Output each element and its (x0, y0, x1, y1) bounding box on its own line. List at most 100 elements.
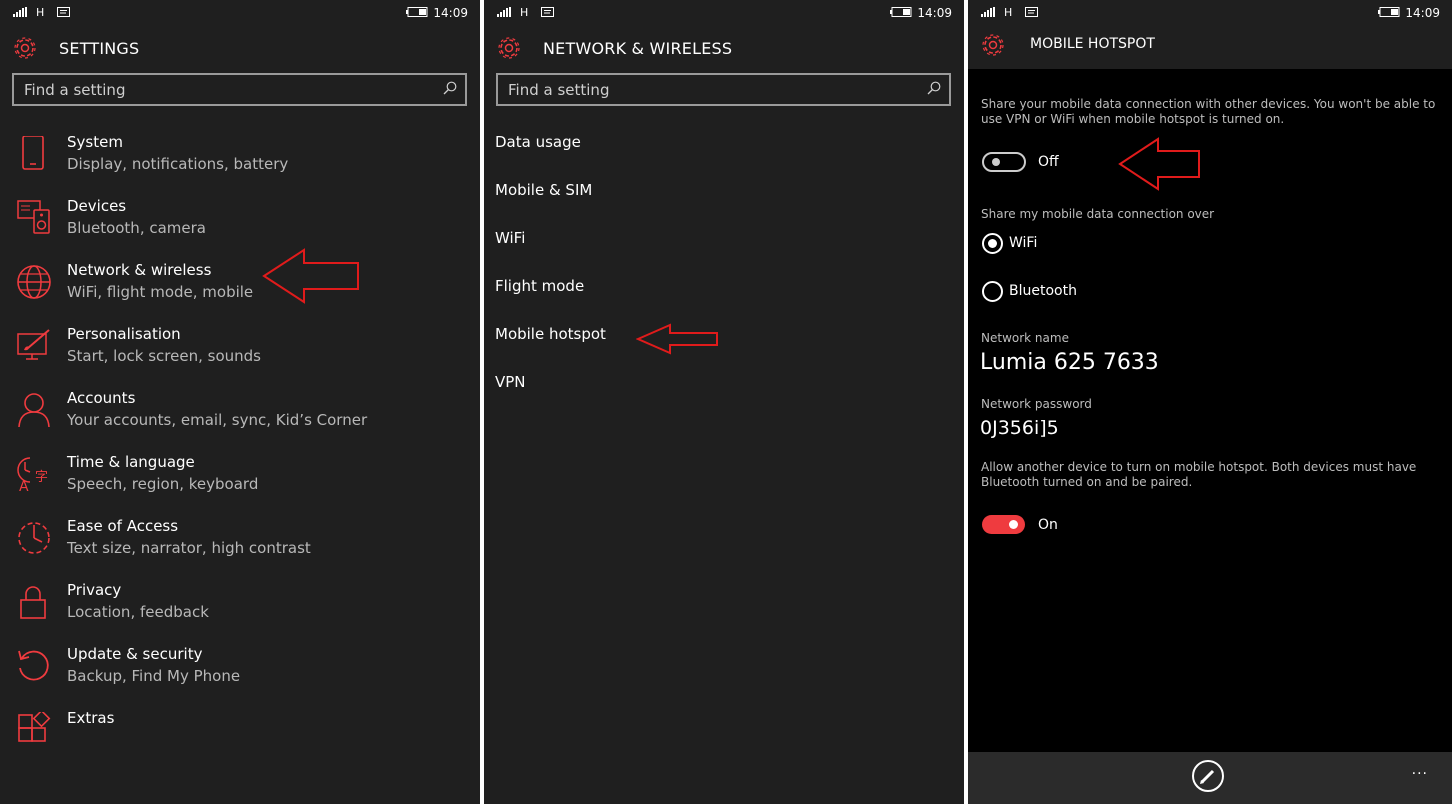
clock: 14:09 (433, 6, 468, 20)
item-subtitle: WiFi, flight mode, mobile (67, 283, 254, 301)
settings-item-time-language[interactable]: A字 Time & language Speech, region, keybo… (0, 453, 470, 515)
hotspot-description: Share your mobile data connection with o… (981, 97, 1436, 126)
edit-button[interactable] (1192, 760, 1224, 792)
network-type: H (520, 6, 529, 19)
mobile-hotspot-screen: H 14:09 MOBILE HOTSPOT Share your mobile… (968, 0, 1452, 804)
battery-icon (1378, 7, 1400, 17)
radio-selected-dot (988, 239, 997, 248)
network-item-mobile-hotspot[interactable]: Mobile hotspot (495, 325, 606, 343)
svg-text:字: 字 (35, 470, 48, 485)
signal-icon (981, 7, 995, 17)
gear-icon (496, 35, 522, 61)
settings-item-personalisation[interactable]: Personalisation Start, lock screen, soun… (0, 325, 470, 387)
page-title: SETTINGS (59, 39, 140, 58)
item-subtitle: Location, feedback (67, 603, 209, 621)
page-title: MOBILE HOTSPOT (1030, 36, 1155, 52)
radio-bluetooth[interactable] (982, 281, 1003, 302)
search-icon[interactable] (443, 81, 457, 95)
settings-item-system[interactable]: System Display, notifications, battery (0, 133, 470, 195)
settings-item-privacy[interactable]: Privacy Location, feedback (0, 581, 470, 643)
search-placeholder: Find a setting (24, 81, 126, 99)
search-icon[interactable] (927, 81, 941, 95)
item-title: Ease of Access (67, 517, 179, 535)
status-bar: H 14:09 (968, 0, 1452, 26)
search-input[interactable]: Find a setting (496, 73, 951, 106)
radio-wifi[interactable] (982, 233, 1003, 254)
clock: 14:09 (1405, 6, 1440, 20)
page-title: NETWORK & WIRELESS (543, 39, 733, 58)
more-options-button[interactable]: ... (1412, 762, 1428, 778)
share-over-label: Share my mobile data connection over (981, 207, 1215, 221)
item-subtitle: Your accounts, email, sync, Kid’s Corner (67, 411, 368, 429)
settings-item-extras[interactable]: Extras (0, 709, 470, 771)
annotation-arrow (1118, 137, 1202, 191)
network-item-mobile-sim[interactable]: Mobile & SIM (495, 181, 592, 199)
network-password-label: Network password (981, 397, 1092, 411)
signal-icon (497, 7, 511, 17)
item-subtitle: Backup, Find My Phone (67, 667, 241, 685)
item-title: Extras (67, 709, 115, 727)
ease-of-access-icon (16, 520, 52, 556)
network-item-wifi[interactable]: WiFi (495, 229, 525, 247)
hotspot-toggle-label: Off (1038, 154, 1059, 170)
message-icon (541, 7, 554, 18)
time-language-icon: A字 (16, 456, 52, 492)
item-subtitle: Display, notifications, battery (67, 155, 289, 173)
bluetooth-wake-toggle-label: On (1038, 517, 1058, 533)
radio-bluetooth-label: Bluetooth (1009, 283, 1077, 299)
toggle-knob (1009, 520, 1018, 529)
settings-item-accounts[interactable]: Accounts Your accounts, email, sync, Kid… (0, 389, 470, 451)
network-name-label: Network name (981, 331, 1069, 345)
network-wireless-screen: H 14:09 NETWORK & WIRELESS Find a settin… (484, 0, 964, 804)
network-name-field[interactable]: Lumia 625 7633 (980, 350, 1159, 375)
page-header: NETWORK & WIRELESS (484, 30, 964, 68)
settings-screen: H 14:09 SETTINGS Find a setting System D… (0, 0, 480, 804)
item-title: Time & language (67, 453, 195, 471)
hotspot-toggle[interactable] (982, 152, 1026, 172)
battery-icon (890, 7, 912, 17)
app-bar: ... (968, 752, 1452, 804)
signal-icon (13, 7, 27, 17)
page-header: MOBILE HOTSPOT (968, 26, 1452, 69)
gear-icon (12, 35, 38, 61)
toggle-knob (992, 158, 1000, 166)
search-input[interactable]: Find a setting (12, 73, 467, 106)
pencil-icon (1200, 769, 1215, 784)
extras-icon (16, 712, 52, 748)
globe-icon (16, 264, 52, 300)
bluetooth-wake-toggle[interactable] (982, 515, 1025, 534)
item-title: Privacy (67, 581, 122, 599)
bluetooth-wake-description: Allow another device to turn on mobile h… (981, 460, 1417, 489)
page-header: SETTINGS (0, 30, 480, 68)
network-item-data-usage[interactable]: Data usage (495, 133, 581, 151)
settings-item-devices[interactable]: Devices Bluetooth, camera (0, 197, 470, 259)
phone-icon (16, 136, 52, 172)
settings-item-network-wireless[interactable]: Network & wireless WiFi, flight mode, mo… (0, 261, 470, 323)
status-bar: H 14:09 (484, 0, 964, 26)
person-icon (16, 392, 52, 428)
devices-icon (16, 200, 52, 236)
lock-icon (16, 584, 52, 620)
radio-wifi-label: WiFi (1009, 235, 1038, 251)
settings-item-update-security[interactable]: Update & security Backup, Find My Phone (0, 645, 470, 707)
annotation-arrow (262, 248, 362, 304)
network-type: H (1004, 6, 1013, 19)
message-icon (57, 7, 70, 18)
item-subtitle: Speech, region, keyboard (67, 475, 259, 493)
clock: 14:09 (917, 6, 952, 20)
network-item-flight-mode[interactable]: Flight mode (495, 277, 584, 295)
item-subtitle: Text size, narrator, high contrast (67, 539, 311, 557)
settings-item-ease-of-access[interactable]: Ease of Access Text size, narrator, high… (0, 517, 470, 579)
search-placeholder: Find a setting (508, 81, 610, 99)
item-title: Update & security (67, 645, 203, 663)
network-item-vpn[interactable]: VPN (495, 373, 526, 391)
network-type: H (36, 6, 45, 19)
paint-icon (16, 328, 52, 364)
item-title: Devices (67, 197, 127, 215)
item-title: Accounts (67, 389, 136, 407)
status-bar: H 14:09 (0, 0, 480, 26)
network-password-field[interactable]: 0J356i]5 (980, 417, 1059, 439)
item-subtitle: Start, lock screen, sounds (67, 347, 261, 365)
gear-icon (980, 32, 1006, 58)
refresh-icon (16, 648, 52, 684)
